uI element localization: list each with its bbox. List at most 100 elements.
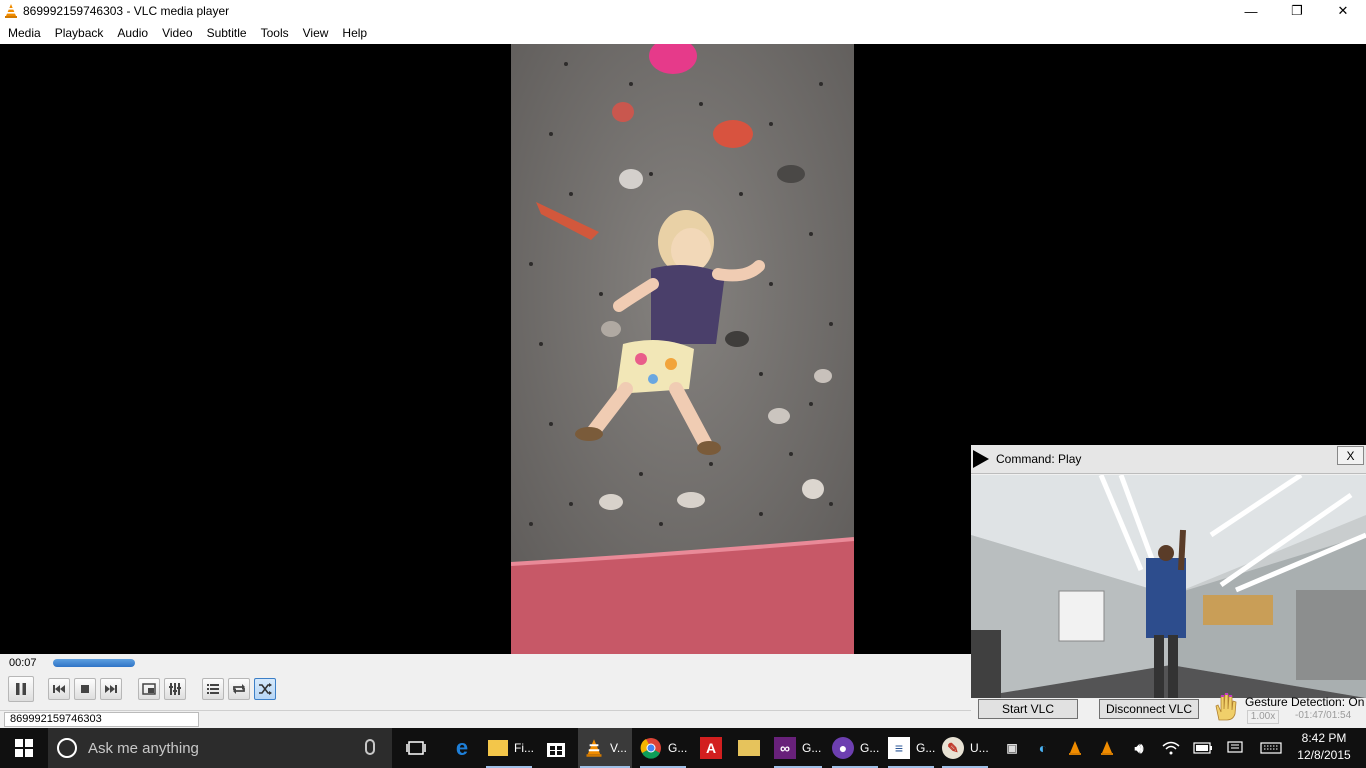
file-explorer-icon	[488, 740, 508, 756]
app-icon: ●	[832, 737, 854, 759]
vlc-icon	[586, 739, 602, 757]
previous-button[interactable]	[48, 678, 70, 700]
fullscreen-button[interactable]	[138, 678, 160, 700]
random-button[interactable]	[254, 678, 276, 700]
extended-settings-icon	[169, 683, 181, 695]
seek-slider[interactable]	[53, 658, 968, 667]
minimize-button[interactable]: —	[1228, 0, 1274, 22]
media-name: 869992159746303	[4, 712, 199, 727]
menu-video[interactable]: Video	[155, 23, 199, 43]
taskbar-vlc[interactable]: V...	[578, 728, 632, 768]
command-label: Command: Play	[996, 452, 1082, 466]
taskbar-edge[interactable]: e	[447, 728, 477, 768]
taskbar-visual-studio[interactable]: ∞ G...	[772, 728, 824, 768]
taskbar-app[interactable]: ● G...	[830, 728, 880, 768]
start-button[interactable]	[0, 728, 48, 768]
tray-network-adapter[interactable]: ▣	[998, 728, 1026, 768]
elapsed-time: 00:07	[9, 657, 37, 669]
taskbar-acrobat[interactable]: A	[696, 728, 726, 768]
taskbar-label: Fi...	[514, 741, 534, 755]
store-icon	[547, 743, 565, 757]
gesture-close-button[interactable]: X	[1337, 446, 1364, 465]
network-adapter-icon: ▣	[1006, 741, 1018, 755]
taskbar-chrome[interactable]: G...	[638, 728, 688, 768]
menu-media[interactable]: Media	[1, 23, 48, 43]
camera-feed	[971, 475, 1366, 698]
taskbar-label: U...	[970, 741, 989, 755]
tray-vlc-2[interactable]	[1094, 728, 1120, 768]
taskbar-label: G...	[916, 741, 936, 755]
vlc-tray-icon-2	[1101, 741, 1113, 755]
menu-help[interactable]: Help	[335, 23, 374, 43]
search-placeholder: Ask me anything	[88, 740, 199, 757]
window-title: 869992159746303 - VLC media player	[23, 4, 230, 18]
play-icon	[973, 450, 989, 468]
remaining-time: -01:47/01:54	[1295, 710, 1352, 721]
clock-time: 8:42 PM	[1301, 731, 1347, 745]
taskbar-label: G...	[668, 741, 688, 755]
menu-playback[interactable]: Playback	[48, 23, 111, 43]
extended-settings-button[interactable]	[164, 678, 186, 700]
gesture-footer: Start VLC Disconnect VLC Gesture Detecti…	[971, 693, 1366, 728]
stop-icon	[81, 685, 89, 693]
tray-keyboard[interactable]	[1256, 728, 1286, 768]
task-view-icon	[406, 741, 426, 755]
visual-studio-icon: ∞	[774, 737, 796, 759]
menu-subtitle[interactable]: Subtitle	[200, 23, 254, 43]
stop-button[interactable]	[74, 678, 96, 700]
keyboard-icon	[1260, 742, 1282, 754]
playback-speed: 1.00x	[1247, 710, 1279, 724]
menu-view[interactable]: View	[296, 23, 336, 43]
taskbar-document[interactable]: ≡ G...	[886, 728, 936, 768]
document-icon: ≡	[888, 737, 910, 759]
cortana-icon	[57, 738, 77, 758]
fullscreen-icon	[142, 683, 156, 695]
notifications-icon	[1227, 741, 1243, 753]
start-vlc-button[interactable]: Start VLC	[978, 699, 1078, 719]
tray-notifications[interactable]	[1222, 728, 1248, 768]
vlc-tray-icon	[1069, 741, 1081, 755]
loop-icon	[233, 684, 245, 694]
task-view-button[interactable]	[400, 728, 432, 768]
tray-app[interactable]: ◐	[1030, 728, 1056, 768]
volume-icon: 🔊︎	[1134, 739, 1144, 756]
next-icon	[105, 685, 117, 693]
playlist-icon	[207, 684, 219, 694]
taskbar-label: G...	[860, 741, 880, 755]
seek-progress	[53, 659, 135, 667]
taskbar: Ask me anything e Fi... V... G... A ∞ G.…	[0, 728, 1366, 768]
menu-tools[interactable]: Tools	[254, 23, 296, 43]
search-box[interactable]: Ask me anything	[48, 728, 392, 768]
app-tray-icon: ◐	[1038, 740, 1048, 756]
taskbar-file-explorer[interactable]: Fi...	[484, 728, 534, 768]
gesture-header: Command: Play X	[971, 445, 1366, 474]
taskbar-paint[interactable]: ✎ U...	[940, 728, 990, 768]
tray-battery[interactable]	[1190, 728, 1216, 768]
taskbar-store[interactable]	[540, 728, 572, 768]
tray-volume[interactable]: 🔊︎	[1126, 728, 1152, 768]
system-clock[interactable]: 8:42 PM 12/8/2015	[1292, 730, 1356, 764]
taskbar-folder[interactable]	[734, 728, 764, 768]
clock-date: 12/8/2015	[1297, 748, 1351, 762]
pause-button[interactable]	[8, 676, 34, 702]
video-frame	[511, 44, 854, 654]
loop-button[interactable]	[228, 678, 250, 700]
hand-gesture-icon	[1215, 693, 1237, 721]
vlc-logo-icon	[5, 4, 17, 18]
status-bar: 869992159746303	[0, 710, 971, 728]
maximize-button[interactable]: ❐	[1274, 0, 1320, 22]
paint-icon: ✎	[942, 737, 964, 759]
menu-audio[interactable]: Audio	[110, 23, 155, 43]
close-button[interactable]: ✕	[1320, 0, 1366, 22]
microphone-icon[interactable]	[365, 739, 375, 755]
playlist-button[interactable]	[202, 678, 224, 700]
next-button[interactable]	[100, 678, 122, 700]
chrome-icon	[640, 738, 661, 759]
taskbar-label: V...	[610, 741, 627, 755]
tray-vlc[interactable]	[1062, 728, 1088, 768]
camera-feed-image	[971, 475, 1366, 698]
tray-wifi[interactable]	[1158, 728, 1184, 768]
gesture-detection-status: Gesture Detection: On	[1245, 695, 1365, 709]
disconnect-vlc-button[interactable]: Disconnect VLC	[1099, 699, 1199, 719]
folder-icon	[738, 740, 760, 756]
